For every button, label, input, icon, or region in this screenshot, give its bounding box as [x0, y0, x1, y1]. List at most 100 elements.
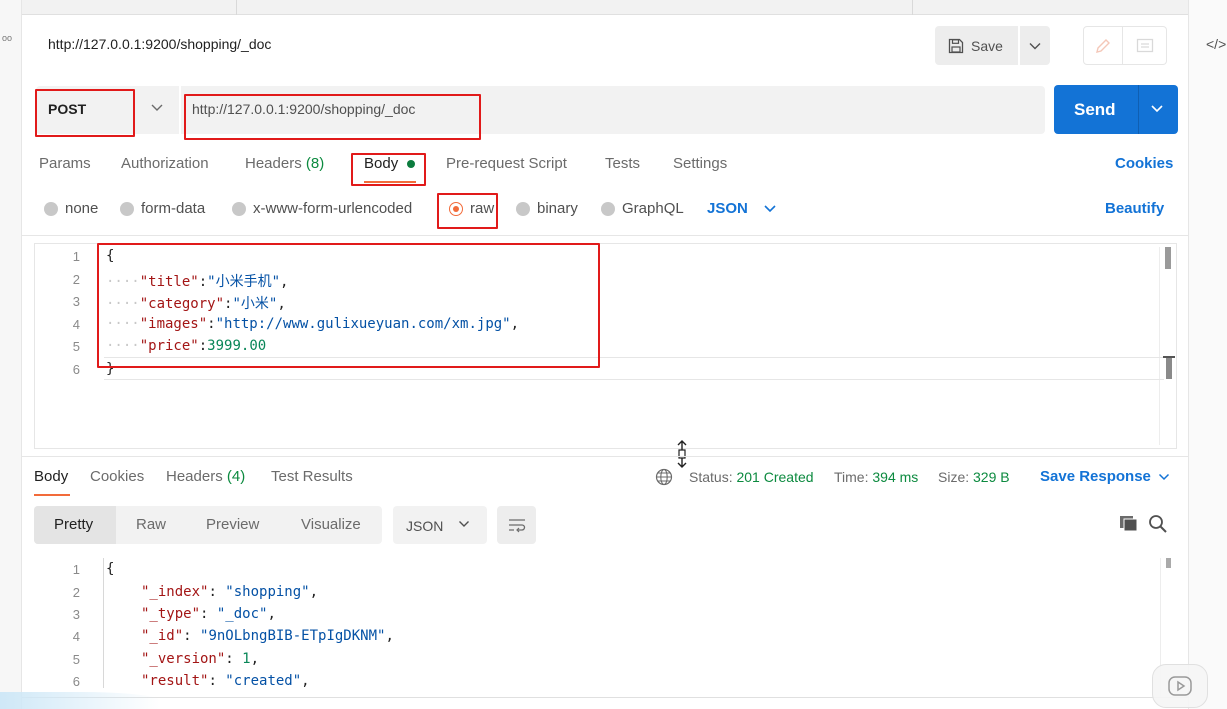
json-value: "_doc" — [216, 606, 268, 622]
time-label: Time: — [834, 469, 869, 485]
response-size: Size: 329 B — [938, 469, 1010, 485]
line-number: 4 — [72, 317, 80, 332]
response-gutter-line — [103, 558, 104, 688]
floating-play-button[interactable] — [1152, 664, 1208, 708]
response-tab-test-results[interactable]: Test Results — [271, 468, 353, 485]
view-visualize-button[interactable]: Visualize — [301, 516, 361, 533]
response-scrollbar-thumb[interactable] — [1166, 558, 1171, 568]
edit-button[interactable] — [1083, 26, 1123, 65]
pencil-icon — [1096, 38, 1110, 53]
radio-urlencoded-label[interactable]: x-www-form-urlencoded — [253, 200, 412, 217]
annotation-box-request-body — [97, 243, 600, 368]
json-colon: : — [208, 584, 226, 600]
response-code-line: "_id": "9nOLbngBIB-ETpIgDKNM", — [141, 628, 394, 644]
tab-params[interactable]: Params — [39, 155, 91, 172]
bottom-overlay-decoration — [0, 692, 160, 709]
response-status: Status: 201 Created — [689, 469, 814, 485]
radio-binary-label[interactable]: binary — [537, 200, 578, 217]
request-title[interactable]: http://127.0.0.1:9200/shopping/_doc — [48, 36, 271, 52]
chevron-down-icon — [459, 521, 469, 527]
copy-icon[interactable] — [1119, 515, 1139, 533]
json-colon: : — [183, 628, 201, 644]
response-tab-headers[interactable]: Headers (4) — [166, 468, 245, 485]
line-number: 3 — [72, 294, 80, 309]
json-comma: , — [309, 584, 319, 600]
line-number: 1 — [72, 562, 80, 577]
json-value: "created" — [225, 673, 302, 689]
status-label: Status: — [689, 469, 733, 485]
active-response-tab-underline — [34, 494, 70, 496]
tab-prerequest-script[interactable]: Pre-request Script — [446, 155, 567, 172]
size-value: 329 B — [973, 469, 1010, 485]
chevron-down-icon[interactable] — [1158, 471, 1170, 483]
send-label: Send — [1074, 100, 1116, 119]
code-snippet-icon[interactable]: </> — [1206, 36, 1226, 52]
beautify-link[interactable]: Beautify — [1105, 200, 1164, 217]
json-key: "_id" — [141, 628, 184, 644]
body-format-select[interactable]: JSON — [707, 200, 748, 217]
line-number: 6 — [72, 674, 80, 689]
json-key: "_type" — [141, 606, 201, 622]
response-code-line: "_index": "shopping", — [141, 584, 318, 600]
radio-graphql[interactable] — [601, 202, 615, 216]
json-comma: , — [250, 651, 260, 667]
response-code-line: { — [106, 561, 114, 577]
json-comma: , — [267, 606, 276, 622]
request-tab-strip[interactable] — [22, 0, 1188, 15]
resize-handle-icon[interactable] — [676, 440, 688, 468]
save-response-button[interactable]: Save Response — [1040, 468, 1151, 485]
size-label: Size: — [938, 469, 970, 485]
open-brace: { — [106, 561, 115, 577]
wrap-lines-button[interactable] — [497, 506, 536, 544]
view-pretty-label[interactable]: Pretty — [54, 516, 93, 533]
radio-form-data[interactable] — [120, 202, 134, 216]
radio-graphql-label[interactable]: GraphQL — [622, 200, 684, 217]
radio-form-data-label[interactable]: form-data — [141, 200, 205, 217]
comments-button[interactable] — [1123, 26, 1167, 65]
status-value: 201 Created — [736, 469, 814, 485]
response-tab-headers-count: (4) — [226, 468, 246, 485]
line-number: 5 — [72, 652, 80, 667]
tab-tests[interactable]: Tests — [605, 155, 640, 172]
editor-scrollbar-thumb[interactable] — [1165, 247, 1171, 269]
save-options-button[interactable] — [1020, 26, 1050, 65]
search-icon[interactable] — [1148, 514, 1168, 534]
chevron-down-icon — [151, 104, 163, 111]
response-code-line: "_version": 1, — [141, 651, 259, 667]
line-number: 5 — [72, 339, 80, 354]
response-tab-cookies[interactable]: Cookies — [90, 468, 144, 485]
json-colon: : — [200, 606, 217, 622]
save-button[interactable]: Save — [935, 26, 1018, 65]
send-options-chevron-icon[interactable] — [1150, 101, 1164, 115]
editor-top-border — [22, 235, 1188, 236]
json-key: "result" — [141, 673, 209, 689]
right-sidebar-strip — [1188, 0, 1227, 709]
line-number: 3 — [72, 607, 80, 622]
sidebar-dots: oo — [2, 33, 13, 43]
chevron-down-icon[interactable] — [763, 203, 777, 215]
line-number: 2 — [72, 272, 80, 287]
json-value: "9nOLbngBIB-ETpIgDKNM" — [200, 628, 386, 644]
cookies-link[interactable]: Cookies — [1115, 155, 1173, 172]
radio-none[interactable] — [44, 202, 58, 216]
response-code-line: "result": "created", — [141, 673, 310, 689]
tab-authorization[interactable]: Authorization — [121, 155, 209, 172]
editor-margin-line — [1159, 247, 1160, 445]
radio-binary[interactable] — [516, 202, 530, 216]
response-tab-headers-label: Headers — [166, 468, 223, 485]
json-comma: , — [385, 628, 394, 644]
pane-divider[interactable] — [22, 456, 1188, 457]
json-comma: , — [301, 673, 310, 689]
view-raw-button[interactable]: Raw — [136, 516, 166, 533]
view-preview-button[interactable]: Preview — [206, 516, 259, 533]
line-number: 4 — [72, 629, 80, 644]
line-number: 2 — [72, 585, 80, 600]
radio-none-label[interactable]: none — [65, 200, 98, 217]
tab-headers[interactable]: Headers (8) — [245, 155, 324, 172]
globe-icon[interactable] — [655, 468, 673, 486]
tab-settings[interactable]: Settings — [673, 155, 727, 172]
response-tab-body[interactable]: Body — [34, 468, 68, 485]
radio-urlencoded[interactable] — [232, 202, 246, 216]
send-divider — [1138, 85, 1139, 134]
tab-separator — [236, 0, 237, 15]
